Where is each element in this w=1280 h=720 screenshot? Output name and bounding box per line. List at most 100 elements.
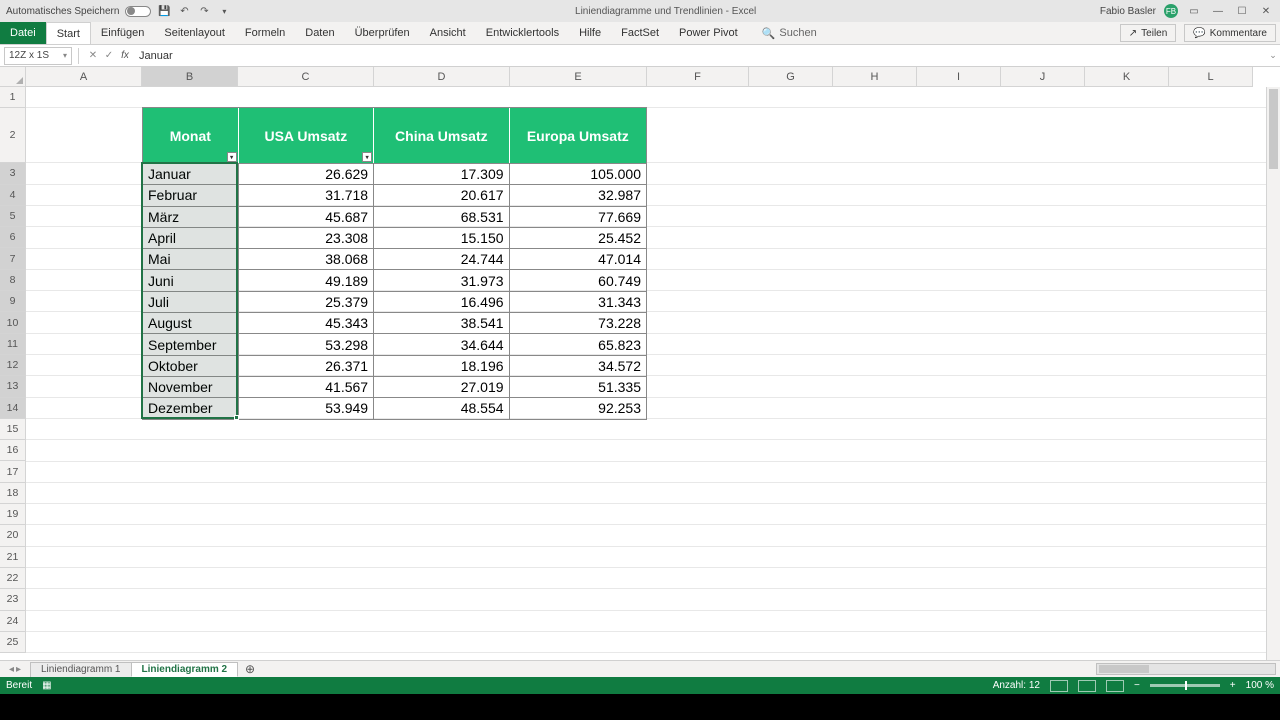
column-header-C[interactable]: C — [238, 67, 374, 87]
cell-china[interactable]: 24.744 — [374, 248, 509, 269]
column-header-K[interactable]: K — [1085, 67, 1169, 87]
ribbon-tab-formeln[interactable]: Formeln — [235, 22, 295, 44]
column-header-E[interactable]: E — [510, 67, 647, 87]
table-row[interactable]: Oktober26.37118.19634.572 — [143, 355, 646, 376]
cell-usa[interactable]: 26.371 — [239, 355, 374, 376]
worksheet-grid[interactable]: ABCDEFGHIJKL 123456789101112131415161718… — [0, 67, 1280, 660]
table-row[interactable]: Dezember53.94948.55492.253 — [143, 397, 646, 418]
ribbon-tab-überprüfen[interactable]: Überprüfen — [345, 22, 420, 44]
cell-china[interactable]: 20.617 — [374, 184, 509, 205]
close-button[interactable]: ✕ — [1258, 3, 1274, 19]
cell-usa[interactable]: 38.068 — [239, 248, 374, 269]
cell-europa[interactable]: 60.749 — [510, 269, 646, 290]
row-header-6[interactable]: 6 — [0, 227, 26, 248]
table-row[interactable]: März45.68768.53177.669 — [143, 206, 646, 227]
cell-china[interactable]: 34.644 — [374, 333, 509, 354]
column-header-G[interactable]: G — [749, 67, 833, 87]
cell-china[interactable]: 31.973 — [374, 269, 509, 290]
cell-china[interactable]: 17.309 — [374, 163, 509, 184]
row-header-22[interactable]: 22 — [0, 568, 26, 589]
horizontal-scrollbar[interactable] — [1096, 663, 1276, 675]
table-row[interactable]: Mai38.06824.74447.014 — [143, 248, 646, 269]
row-header-2[interactable]: 2 — [0, 108, 26, 163]
row-header-8[interactable]: 8 — [0, 270, 26, 291]
cell-usa[interactable]: 49.189 — [239, 269, 374, 290]
cell-usa[interactable]: 45.687 — [239, 206, 374, 227]
cell-usa[interactable]: 26.629 — [239, 163, 374, 184]
row-header-9[interactable]: 9 — [0, 291, 26, 312]
filter-dropdown-icon[interactable]: ▾ — [227, 152, 237, 162]
column-headers[interactable]: ABCDEFGHIJKL — [26, 67, 1266, 87]
column-header-H[interactable]: H — [833, 67, 917, 87]
cell-europa[interactable]: 47.014 — [510, 248, 646, 269]
cell-china[interactable]: 15.150 — [374, 227, 509, 248]
redo-icon[interactable]: ↷ — [197, 4, 211, 18]
cell-usa[interactable]: 53.949 — [239, 397, 374, 418]
cell-month[interactable]: November — [143, 376, 239, 397]
table-header[interactable]: Monat▾ — [143, 108, 239, 163]
cell-month[interactable]: März — [143, 206, 239, 227]
row-header-13[interactable]: 13 — [0, 376, 26, 397]
cell-month[interactable]: Juli — [143, 291, 239, 312]
cell-china[interactable]: 18.196 — [374, 355, 509, 376]
data-table[interactable]: Monat▾USA Umsatz▾China UmsatzEuropa Umsa… — [142, 107, 647, 420]
row-header-17[interactable]: 17 — [0, 461, 26, 482]
column-header-D[interactable]: D — [374, 67, 510, 87]
column-header-J[interactable]: J — [1001, 67, 1085, 87]
ribbon-tab-seitenlayout[interactable]: Seitenlayout — [154, 22, 235, 44]
table-row[interactable]: November41.56727.01951.335 — [143, 376, 646, 397]
maximize-button[interactable]: ☐ — [1234, 3, 1250, 19]
column-header-B[interactable]: B — [142, 67, 238, 87]
row-header-18[interactable]: 18 — [0, 483, 26, 504]
qat-customize-icon[interactable]: ▾ — [217, 4, 231, 18]
table-row[interactable]: Januar26.62917.309105.000 — [143, 163, 646, 184]
table-header[interactable]: USA Umsatz▾ — [239, 108, 374, 163]
filter-dropdown-icon[interactable]: ▾ — [362, 152, 372, 162]
cell-month[interactable]: September — [143, 333, 239, 354]
cell-month[interactable]: Juni — [143, 269, 239, 290]
cell-europa[interactable]: 65.823 — [510, 333, 646, 354]
cell-month[interactable]: Dezember — [143, 397, 239, 418]
autosave-toggle[interactable] — [125, 6, 151, 17]
cell-china[interactable]: 48.554 — [374, 397, 509, 418]
vertical-scrollbar[interactable] — [1266, 87, 1280, 660]
row-header-25[interactable]: 25 — [0, 632, 26, 653]
row-header-3[interactable]: 3 — [0, 163, 26, 184]
cell-china[interactable]: 16.496 — [374, 291, 509, 312]
cell-usa[interactable]: 23.308 — [239, 227, 374, 248]
cell-china[interactable]: 68.531 — [374, 206, 509, 227]
user-avatar[interactable]: FB — [1164, 4, 1178, 18]
cell-month[interactable]: August — [143, 312, 239, 333]
row-header-16[interactable]: 16 — [0, 440, 26, 461]
zoom-level[interactable]: 100 % — [1246, 680, 1274, 691]
select-all-button[interactable] — [0, 67, 26, 87]
table-row[interactable]: Februar31.71820.61732.987 — [143, 184, 646, 205]
cell-china[interactable]: 27.019 — [374, 376, 509, 397]
cell-europa[interactable]: 32.987 — [510, 184, 646, 205]
save-icon[interactable]: 💾 — [157, 4, 171, 18]
cell-europa[interactable]: 51.335 — [510, 376, 646, 397]
ribbon-tab-hilfe[interactable]: Hilfe — [569, 22, 611, 44]
comments-button[interactable]: 💬 Kommentare — [1184, 24, 1276, 42]
ribbon-tab-entwicklertools[interactable]: Entwicklertools — [476, 22, 569, 44]
row-header-14[interactable]: 14 — [0, 398, 26, 419]
cell-europa[interactable]: 73.228 — [510, 312, 646, 333]
cell-month[interactable]: Januar — [143, 163, 239, 184]
enter-formula-icon[interactable]: ✓ — [101, 48, 117, 64]
row-headers[interactable]: 1234567891011121314151617181920212223242… — [0, 87, 26, 660]
zoom-out-button[interactable]: − — [1134, 680, 1140, 691]
row-header-4[interactable]: 4 — [0, 185, 26, 206]
ribbon-tab-einfügen[interactable]: Einfügen — [91, 22, 154, 44]
sheet-tab[interactable]: Liniendiagramm 2 — [131, 662, 239, 677]
zoom-slider[interactable] — [1150, 684, 1220, 687]
ribbon-tab-daten[interactable]: Daten — [295, 22, 344, 44]
row-header-11[interactable]: 11 — [0, 334, 26, 355]
new-sheet-button[interactable]: ⊕ — [241, 662, 259, 676]
cell-month[interactable]: Februar — [143, 184, 239, 205]
insert-function-icon[interactable]: fx — [117, 48, 133, 64]
sheet-tab[interactable]: Liniendiagramm 1 — [30, 662, 132, 677]
table-header[interactable]: China Umsatz — [374, 108, 509, 163]
column-header-I[interactable]: I — [917, 67, 1001, 87]
formula-input[interactable]: Januar — [133, 47, 1266, 65]
cell-usa[interactable]: 53.298 — [239, 333, 374, 354]
